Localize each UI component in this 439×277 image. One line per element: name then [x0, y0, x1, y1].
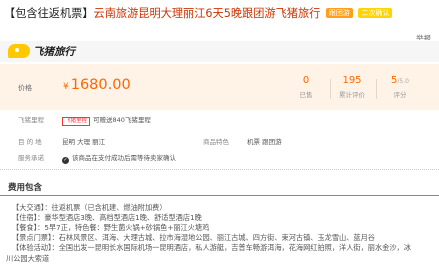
brand-bar: 飞猪旅行 [0, 40, 439, 62]
product-title: 【包含往返机票】云南旅游昆明大理丽江6天5晚跟团游飞猪旅行 跟团游 二次确认 [4, 6, 435, 22]
review-count[interactable]: 195 累计评价 [332, 75, 372, 99]
mileage-tag: 飞猪里程 [62, 117, 91, 126]
rating: 5/5.0 评分 [380, 75, 420, 99]
price-amount: 1680.00 [70, 77, 131, 93]
rating-max: /5.0 [397, 78, 409, 85]
fee-line: 【餐食】：5早7正，特色餐：野生菌火锅+砂锅鱼+丽江火塘鸡 [12, 223, 210, 232]
currency-symbol: ¥ [63, 82, 69, 92]
service-row: 服务承诺 ✓ 该商品在支付成功后需等待卖家确认 [18, 152, 176, 164]
mileage-text: 可赠送840飞猪里程 [93, 116, 151, 124]
stat-divider [330, 79, 331, 99]
destination-label: 目 的 地 [18, 138, 42, 146]
rating-label: 评分 [393, 91, 407, 99]
feature-label: 商品特色 [203, 138, 229, 146]
fliggy-pig-icon [8, 44, 30, 58]
title-text: 云南旅游昆明大理丽江6天5晚跟团游飞猪旅行 [93, 7, 321, 20]
sold-count-label: 已售 [299, 91, 313, 99]
fee-line: 【景点门票】：石林风景区、洱海、大理古城、拉市海湿地公园、丽江古城、四方街、束河… [12, 233, 375, 242]
rating-value: 5/5.0 [380, 75, 420, 86]
fliggy-logo[interactable]: 飞猪旅行 [8, 43, 75, 59]
service-label: 服务承诺 [18, 154, 44, 162]
mileage-row: 飞猪里程 飞猪里程 可赠送840飞猪里程 [18, 114, 151, 126]
sold-count: 0 已售 [286, 75, 326, 99]
feature-row: 商品特色 机票 跟团游 [203, 136, 282, 146]
price-label: 价格 [18, 84, 32, 92]
fee-section-underline [0, 195, 439, 196]
logo-text: 飞猪旅行 [33, 45, 75, 58]
destination-value: 昆明 大理 丽江 [62, 138, 106, 146]
fee-line: 【大交通】：往返机票（已含机建、燃油附加费） [12, 203, 167, 212]
review-count-value: 195 [342, 75, 362, 86]
stat-divider [376, 79, 377, 99]
divider [0, 169, 439, 170]
fee-section-title: 费用包含 [8, 183, 43, 193]
fee-line: 【体验活动】：全国出发一昆明长水国际机场一昆明酒店，私人游艇，吉普车畅游洱海，花… [12, 243, 411, 252]
check-icon: ✓ [62, 157, 69, 164]
feature-value: 机票 跟团游 [247, 138, 282, 146]
destination-row: 目 的 地 昆明 大理 丽江 [18, 136, 105, 146]
confirm-tag: 二次确认 [358, 8, 393, 18]
fee-line: 【住宿】：豪华型酒店3晚、高档型酒店1晚、舒适型酒店1晚 [12, 213, 202, 222]
tour-type-tag: 跟团游 [325, 8, 353, 18]
price-value: ¥1680.00 [63, 77, 131, 93]
service-text: 该商品在支付成功后需等待卖家确认 [72, 154, 176, 162]
price-panel: 价格 ¥1680.00 0 已售 195 累计评价 5/5.0 评分 [0, 64, 439, 110]
mileage-label: 飞猪里程 [18, 116, 44, 124]
review-count-label: 累计评价 [339, 91, 365, 99]
title-bracket: 【包含往返机票】 [4, 7, 94, 20]
fee-line: 川公园大索道 [6, 254, 50, 263]
sold-count-value: 0 [302, 75, 310, 86]
